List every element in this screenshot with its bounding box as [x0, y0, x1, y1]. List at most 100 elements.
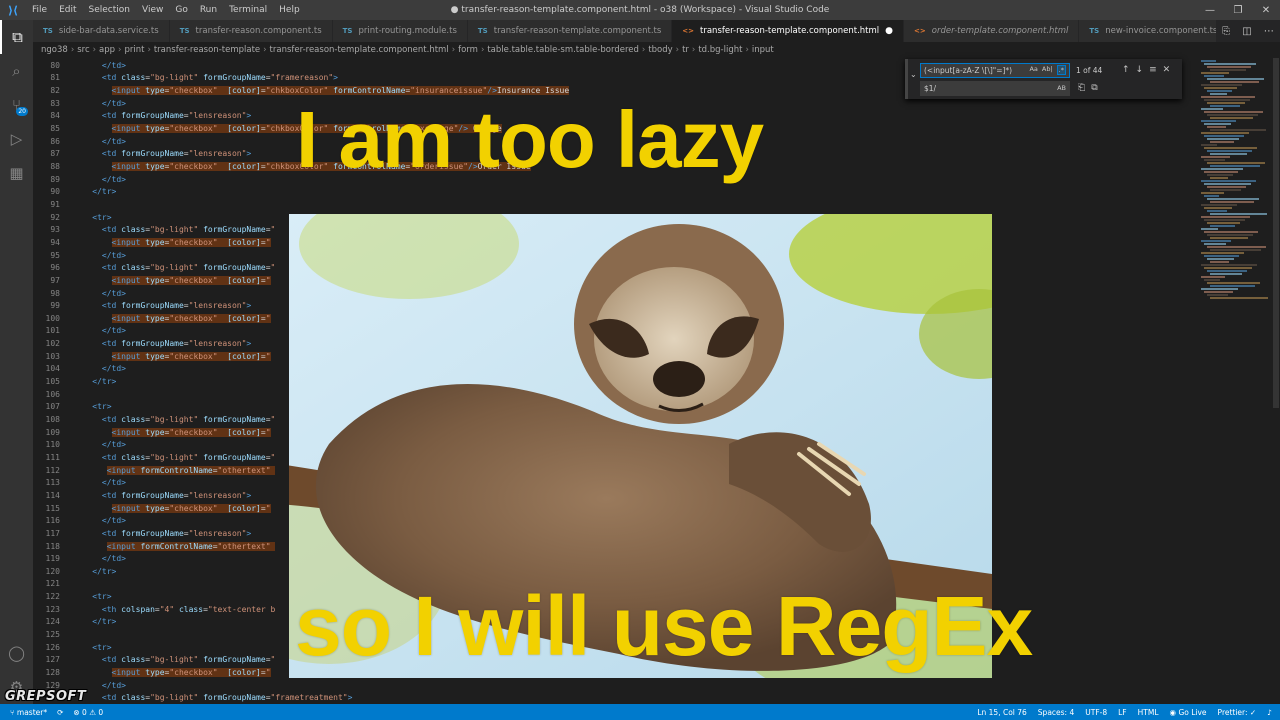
- menu-item-view[interactable]: View: [136, 5, 169, 15]
- split-editor-icon[interactable]: ⎘: [1222, 26, 1230, 37]
- go-live-button[interactable]: ◉ Go Live: [1170, 708, 1207, 717]
- breadcrumb-item[interactable]: src: [77, 45, 89, 55]
- regex-toggle[interactable]: .*: [1056, 65, 1066, 75]
- unsaved-dot-icon[interactable]: ●: [885, 26, 893, 36]
- breadcrumb-item[interactable]: transfer-reason-template.component.html: [270, 45, 449, 55]
- minimap[interactable]: [1193, 58, 1280, 704]
- typescript-file-icon: TS: [342, 27, 353, 35]
- code-token: "frametreatment": [270, 693, 348, 703]
- code-token: "4": [159, 604, 179, 614]
- window-controls: — ❐ ✕: [1196, 0, 1280, 20]
- branch-indicator[interactable]: ⑂ master*: [10, 708, 47, 717]
- code-token: "lensreason": [188, 301, 247, 311]
- tab-label: order-template.component.html: [931, 26, 1069, 36]
- close-icon[interactable]: ✕: [1252, 0, 1280, 20]
- next-match-icon[interactable]: ↓: [1136, 65, 1144, 75]
- minimap-line: [1204, 99, 1250, 101]
- line-number: 87: [50, 149, 60, 159]
- cursor-position[interactable]: Ln 15, Col 76: [977, 708, 1026, 717]
- breadcrumb-item[interactable]: app: [99, 45, 115, 55]
- minimap-line: [1207, 186, 1246, 188]
- search-icon[interactable]: ⌕: [0, 54, 33, 88]
- code-line[interactable]: 91: [33, 198, 1193, 211]
- chevron-down-icon[interactable]: ⌄: [910, 70, 917, 79]
- menu-item-go[interactable]: Go: [169, 5, 193, 15]
- close-find-icon[interactable]: ✕: [1163, 65, 1171, 75]
- encoding[interactable]: UTF-8: [1085, 708, 1107, 717]
- line-number: 106: [45, 389, 60, 399]
- code-token: formGroupName: [121, 301, 184, 311]
- sync-icon[interactable]: ⟳: [57, 708, 63, 717]
- tab[interactable]: TS new-invoice.component.ts: [1079, 20, 1229, 42]
- find-input[interactable]: (<input[a-zA-Z \[\]"=]*) Aa Ab| .*: [920, 62, 1070, 78]
- code-line[interactable]: 90 </tr>: [33, 186, 1193, 199]
- previous-match-icon[interactable]: ↑: [1122, 65, 1130, 75]
- restore-icon[interactable]: ❐: [1224, 0, 1252, 20]
- tab[interactable]: TS side-bar-data.service.ts: [33, 20, 170, 42]
- code-token: ": [265, 503, 271, 513]
- minimap-line: [1201, 288, 1238, 290]
- breadcrumb-item[interactable]: print: [124, 45, 144, 55]
- breadcrumb-item[interactable]: td.bg-light: [698, 45, 742, 55]
- code-token: formGroupName: [121, 528, 184, 538]
- code-token: >: [347, 693, 353, 703]
- scrollbar-thumb[interactable]: [1273, 58, 1279, 408]
- tab-active[interactable]: <> transfer-reason-template.component.htm…: [672, 20, 905, 42]
- vertical-scrollbar[interactable]: [1272, 58, 1280, 704]
- preserve-case-toggle[interactable]: AB: [1057, 84, 1066, 92]
- menu-item-terminal[interactable]: Terminal: [223, 5, 273, 15]
- minimize-icon[interactable]: —: [1196, 0, 1224, 20]
- code-token: class: [178, 604, 204, 614]
- code-token: <input: [111, 351, 146, 361]
- layout-icon[interactable]: ◫: [1242, 26, 1251, 37]
- minimap-line: [1210, 297, 1268, 299]
- menu-item-run[interactable]: Run: [194, 5, 223, 15]
- extensions-icon[interactable]: ▦: [0, 156, 33, 190]
- more-actions-icon[interactable]: ⋯: [1264, 26, 1274, 37]
- code-line[interactable]: 130 <td class="bg-light" formGroupName="f…: [33, 692, 1193, 705]
- breadcrumb-item[interactable]: ngo38: [41, 45, 68, 55]
- breadcrumb-item[interactable]: table.table.table-sm.table-bordered: [487, 45, 639, 55]
- tab[interactable]: <> order-template.component.html: [904, 20, 1080, 42]
- tab[interactable]: TS transfer-reason.component.ts: [169, 20, 333, 42]
- problems-indicator[interactable]: ⊗ 0 ⚠ 0: [73, 708, 103, 717]
- tab[interactable]: TS transfer-reason-template.component.ts: [467, 20, 673, 42]
- breadcrumb-item[interactable]: transfer-reason-template: [154, 45, 260, 55]
- menu-item-edit[interactable]: Edit: [53, 5, 82, 15]
- breadcrumb-item[interactable]: tbody: [648, 45, 672, 55]
- code-text: <input formControlName="othertext": [106, 541, 276, 551]
- code-token: <input: [111, 427, 146, 437]
- end-of-line[interactable]: LF: [1118, 708, 1127, 717]
- line-number: 111: [45, 452, 60, 462]
- tab[interactable]: TS print-routing.module.ts: [332, 20, 468, 42]
- code-text: <td formGroupName="lensreason">: [102, 111, 251, 120]
- replace-all-icon[interactable]: ⧉: [1091, 83, 1097, 93]
- whole-word-toggle[interactable]: Ab|: [1042, 65, 1053, 75]
- menu-item-file[interactable]: File: [26, 5, 53, 15]
- minimap-line: [1201, 132, 1249, 134]
- account-icon[interactable]: ◯: [0, 636, 33, 670]
- run-debug-icon[interactable]: ▷: [0, 122, 33, 156]
- code-line[interactable]: 129 </td>: [33, 679, 1193, 692]
- breadcrumb-item[interactable]: tr: [682, 45, 689, 55]
- code-token: </td>: [101, 288, 126, 298]
- prettier-status[interactable]: Prettier: ✓: [1218, 708, 1257, 717]
- explorer-icon[interactable]: ⧉: [0, 20, 33, 54]
- breadcrumb-item[interactable]: form: [458, 45, 478, 55]
- match-case-toggle[interactable]: Aa: [1029, 65, 1037, 75]
- breadcrumb-item[interactable]: input: [752, 45, 774, 55]
- minimap-line: [1210, 225, 1235, 227]
- code-token: <td: [101, 452, 122, 462]
- find-in-selection-icon[interactable]: ≡: [1149, 65, 1157, 75]
- language-mode[interactable]: HTML: [1138, 708, 1159, 717]
- line-number: 88: [50, 162, 60, 171]
- replace-input[interactable]: $1/ AB: [920, 80, 1070, 96]
- notifications-bell-icon[interactable]: ♪: [1267, 708, 1272, 717]
- indentation[interactable]: Spaces: 4: [1038, 708, 1074, 717]
- find-input-value: (<input[a-zA-Z \[\]"=]*): [924, 65, 1013, 75]
- code-token: <input: [111, 237, 146, 247]
- source-control-icon[interactable]: ⑂ 20: [0, 88, 33, 122]
- menu-item-help[interactable]: Help: [273, 5, 306, 15]
- menu-item-selection[interactable]: Selection: [83, 5, 136, 15]
- replace-icon[interactable]: ⎗: [1078, 83, 1085, 93]
